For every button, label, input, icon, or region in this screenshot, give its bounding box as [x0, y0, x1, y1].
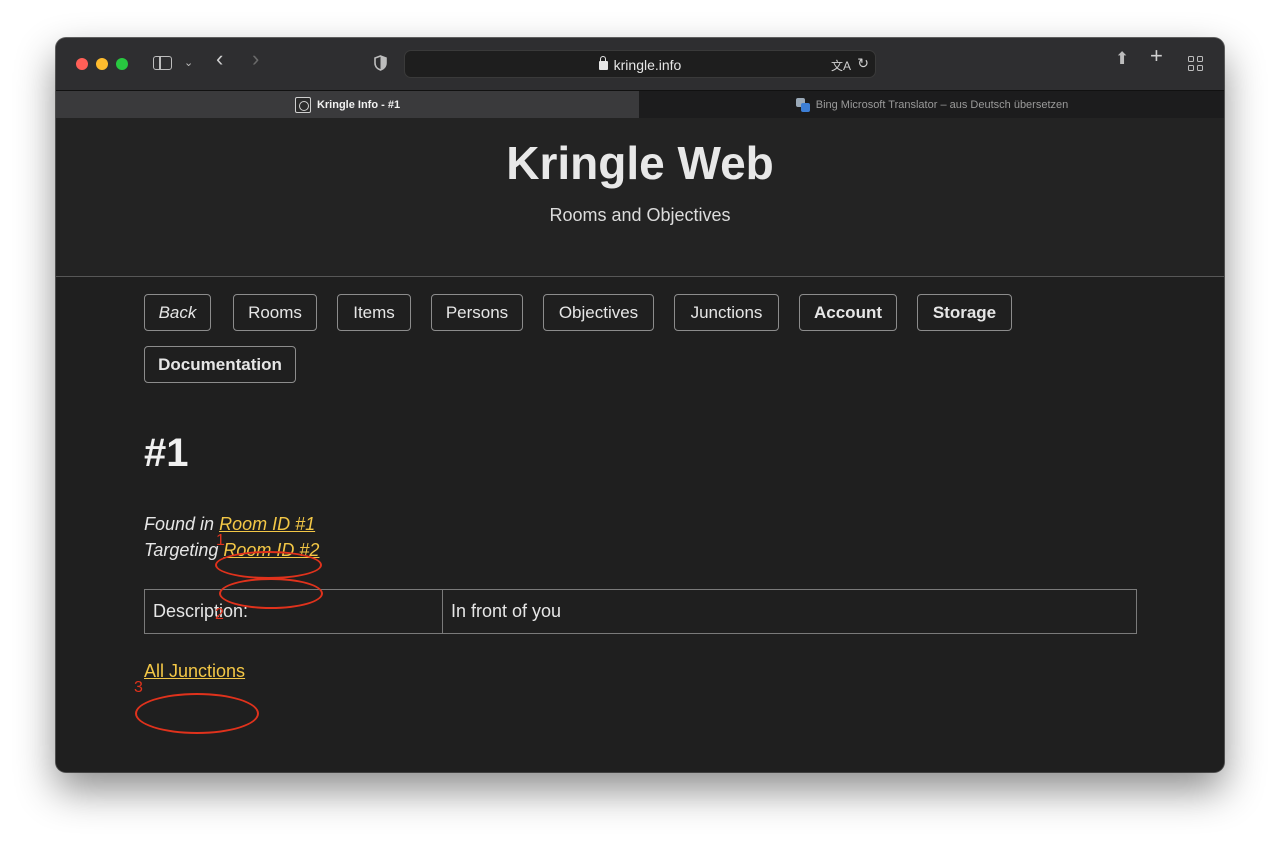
documentation-button[interactable]: Documentation	[144, 346, 296, 383]
site-subtitle: Rooms and Objectives	[549, 205, 731, 225]
browser-window: ⌄ ‹ › kringle.info 文A ↻ ⬆ + Kringle Info…	[56, 38, 1224, 772]
new-tab-icon[interactable]: +	[1150, 45, 1163, 67]
lock-icon	[598, 56, 608, 70]
storage-button[interactable]: Storage	[917, 294, 1012, 331]
tab-bar: Kringle Info - #1 Bing Microsoft Transla…	[56, 90, 1224, 119]
object-title: #1	[144, 431, 189, 475]
persons-button[interactable]: Persons	[431, 294, 523, 331]
objectives-button[interactable]: Objectives	[543, 294, 654, 331]
annotation-circle-1	[215, 551, 322, 579]
site-header: Kringle Web Rooms and Objectives	[56, 118, 1224, 277]
back-button[interactable]: Back	[144, 294, 211, 331]
account-button[interactable]: Account	[799, 294, 897, 331]
tab-label: Bing Microsoft Translator – aus Deutsch …	[815, 99, 1069, 111]
address-bar[interactable]: kringle.info 文A ↻	[404, 50, 876, 78]
site-title: Kringle Web	[506, 137, 774, 189]
chevron-down-icon[interactable]: ⌄	[184, 56, 193, 70]
kringle-favicon-icon	[294, 97, 311, 113]
url-text: kringle.info	[613, 57, 682, 73]
annotation-number-2: 2	[215, 606, 224, 623]
found-in-label: Found in	[144, 514, 215, 534]
tab-kringle-info[interactable]: Kringle Info - #1	[56, 91, 639, 119]
found-in-line: Found in Room ID #1	[144, 514, 315, 535]
reload-icon[interactable]: ↻	[857, 55, 869, 72]
annotation-number-1: 1	[216, 532, 225, 549]
junctions-button[interactable]: Junctions	[674, 294, 779, 331]
share-icon[interactable]: ⬆	[1115, 50, 1129, 67]
found-room-link[interactable]: Room ID #1	[219, 514, 315, 534]
minimize-window-button[interactable]	[96, 58, 108, 70]
tab-label: Kringle Info - #1	[316, 99, 401, 111]
targeting-label: Targeting	[144, 540, 219, 560]
annotation-circle-2	[219, 578, 323, 609]
forward-arrow-icon[interactable]: ›	[252, 48, 259, 70]
url-display: kringle.info	[405, 56, 875, 73]
all-junctions-link[interactable]: All Junctions	[144, 661, 245, 682]
items-button[interactable]: Items	[337, 294, 411, 331]
rooms-button[interactable]: Rooms	[233, 294, 317, 331]
back-arrow-icon[interactable]: ‹	[216, 48, 223, 70]
zoom-window-button[interactable]	[116, 58, 128, 70]
browser-toolbar: ⌄ ‹ › kringle.info 文A ↻ ⬆ +	[56, 38, 1224, 90]
shield-icon[interactable]	[374, 55, 387, 71]
description-value: In front of you	[451, 601, 562, 621]
translate-icon[interactable]: 文A	[831, 57, 851, 74]
annotation-number-3: 3	[134, 679, 143, 696]
sidebar-icon[interactable]	[153, 56, 172, 70]
tab-bing-translator[interactable]: Bing Microsoft Translator – aus Deutsch …	[640, 91, 1224, 119]
translator-favicon-icon	[795, 98, 810, 112]
annotation-circle-3	[135, 693, 259, 734]
tab-overview-icon[interactable]	[1188, 56, 1204, 72]
close-window-button[interactable]	[76, 58, 88, 70]
